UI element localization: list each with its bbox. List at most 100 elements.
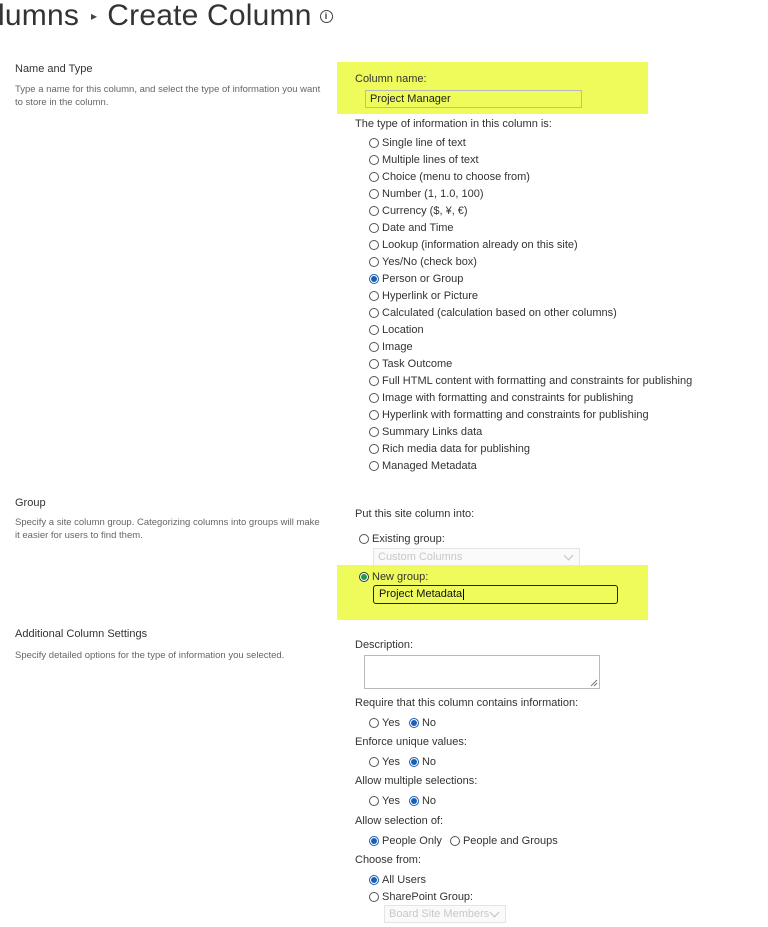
all-users-radio[interactable] xyxy=(369,874,379,885)
type-option-label: Yes/No (check box) xyxy=(382,256,477,268)
type-option-label: Image xyxy=(382,341,413,353)
type-radio[interactable] xyxy=(369,172,379,182)
type-option[interactable]: Multiple lines of text xyxy=(369,152,692,169)
existing-group-select-value: Custom Columns xyxy=(378,551,463,563)
people-groups-radio[interactable] xyxy=(449,835,460,846)
type-radio[interactable] xyxy=(369,461,379,471)
type-radio[interactable] xyxy=(369,240,379,250)
type-radio[interactable] xyxy=(369,308,379,318)
type-option[interactable]: Lookup (information already on this site… xyxy=(369,237,692,254)
type-option[interactable]: Managed Metadata xyxy=(369,458,692,475)
type-radio[interactable] xyxy=(369,257,379,267)
new-group-input[interactable]: Project Metadata xyxy=(373,585,618,604)
type-radio[interactable] xyxy=(369,359,379,369)
type-option-label: Managed Metadata xyxy=(382,460,477,472)
type-radio[interactable] xyxy=(369,189,379,199)
type-option[interactable]: Task Outcome xyxy=(369,356,692,373)
description-textarea[interactable] xyxy=(364,655,600,689)
existing-group-label: Existing group: xyxy=(372,532,445,545)
type-option-label: Location xyxy=(382,324,424,336)
choose-from-label: Choose from: xyxy=(355,854,422,866)
require-yes-label: Yes xyxy=(382,716,400,729)
type-option[interactable]: Currency ($, ¥, €) xyxy=(369,203,692,220)
section-title-name-type: Name and Type xyxy=(15,63,93,75)
unique-yes-radio[interactable] xyxy=(369,756,379,767)
people-only-radio[interactable] xyxy=(369,835,379,846)
type-option-label: Person or Group xyxy=(382,273,464,285)
new-group-radio[interactable] xyxy=(359,571,369,582)
multiple-no-radio[interactable] xyxy=(408,795,419,806)
type-option-label: Image with formatting and constraints fo… xyxy=(382,392,634,404)
type-option-label: Number (1, 1.0, 100) xyxy=(382,188,484,200)
all-users-label: All Users xyxy=(382,873,427,886)
section-desc-group: Specify a site column group. Categorizin… xyxy=(15,517,320,541)
type-option[interactable]: Location xyxy=(369,322,692,339)
type-radio[interactable] xyxy=(369,444,379,454)
type-option[interactable]: Image with formatting and constraints fo… xyxy=(369,390,692,407)
section-title-group: Group xyxy=(15,497,46,509)
type-radio[interactable] xyxy=(369,206,379,216)
new-group-option[interactable]: New group: xyxy=(359,568,428,585)
column-name-input[interactable]: Project Manager xyxy=(365,90,582,108)
sharepoint-group-select-value: Board Site Members xyxy=(389,908,490,920)
type-option-label: Rich media data for publishing xyxy=(382,443,530,455)
all-users-option[interactable]: All Users xyxy=(369,871,426,888)
type-radio[interactable] xyxy=(369,410,379,420)
type-radio[interactable] xyxy=(369,291,379,301)
type-radio[interactable] xyxy=(369,155,379,165)
type-option-label: Summary Links data xyxy=(382,426,483,438)
type-option[interactable]: Single line of text xyxy=(369,135,692,152)
type-radio[interactable] xyxy=(369,325,379,335)
allow-selection-label: Allow selection of: xyxy=(355,815,444,827)
type-option-label: Currency ($, ¥, €) xyxy=(382,205,468,217)
section-title-additional: Additional Column Settings xyxy=(15,628,148,640)
people-only-label: People Only xyxy=(382,834,442,847)
type-option[interactable]: Hyperlink with formatting and constraint… xyxy=(369,407,692,424)
type-radio[interactable] xyxy=(369,342,379,352)
type-radio[interactable] xyxy=(369,393,379,403)
sharepoint-group-radio[interactable] xyxy=(369,891,379,902)
type-option[interactable]: Number (1, 1.0, 100) xyxy=(369,186,692,203)
type-option[interactable]: Date and Time xyxy=(369,220,692,237)
type-radio[interactable] xyxy=(369,427,379,437)
existing-group-radio[interactable] xyxy=(359,533,369,544)
type-option[interactable]: Hyperlink or Picture xyxy=(369,288,692,305)
unique-label: Enforce unique values: xyxy=(355,736,467,748)
type-option-label: Calculated (calculation based on other c… xyxy=(382,307,617,319)
type-radio[interactable] xyxy=(369,138,379,148)
chevron-down-icon xyxy=(563,550,574,560)
type-option[interactable]: Person or Group xyxy=(369,271,692,288)
type-option[interactable]: Rich media data for publishing xyxy=(369,441,692,458)
type-option[interactable]: Full HTML content with formatting and co… xyxy=(369,373,692,390)
type-radio[interactable] xyxy=(369,223,379,233)
require-no-radio[interactable] xyxy=(408,717,419,728)
type-radio-list: Single line of text Multiple lines of tex… xyxy=(369,135,692,475)
multiple-yes-radio[interactable] xyxy=(369,795,379,806)
type-option[interactable]: Choice (menu to choose from) xyxy=(369,169,692,186)
require-yes-radio[interactable] xyxy=(369,717,379,728)
type-option[interactable]: Image xyxy=(369,339,692,356)
type-radio[interactable] xyxy=(369,274,379,284)
text-cursor xyxy=(463,588,465,600)
require-no-label: No xyxy=(421,716,437,729)
breadcrumb-parent[interactable]: lumns xyxy=(0,0,79,33)
breadcrumb-separator-icon: ▸ xyxy=(91,9,98,24)
type-option-label: Date and Time xyxy=(382,222,454,234)
page-header: lumns ▸ Create Column i xyxy=(0,0,333,33)
sharepoint-group-option[interactable]: SharePoint Group: xyxy=(369,888,473,905)
sharepoint-group-label: SharePoint Group: xyxy=(382,890,474,903)
resize-grip-icon[interactable] xyxy=(590,679,598,687)
existing-group-option[interactable]: Existing group: xyxy=(359,530,445,547)
type-option[interactable]: Yes/No (check box) xyxy=(369,254,692,271)
unique-no-radio[interactable] xyxy=(408,756,419,767)
type-option[interactable]: Summary Links data xyxy=(369,424,692,441)
new-group-input-value: Project Metadata xyxy=(379,588,463,600)
type-option-label: Hyperlink or Picture xyxy=(382,290,478,302)
chevron-down-icon xyxy=(489,907,500,917)
existing-group-select: Custom Columns xyxy=(373,548,580,566)
multiple-options: Yes No xyxy=(369,792,436,809)
type-option[interactable]: Calculated (calculation based on other c… xyxy=(369,305,692,322)
type-radio[interactable] xyxy=(369,376,379,386)
info-icon[interactable]: i xyxy=(319,9,333,23)
unique-options: Yes No xyxy=(369,753,436,770)
